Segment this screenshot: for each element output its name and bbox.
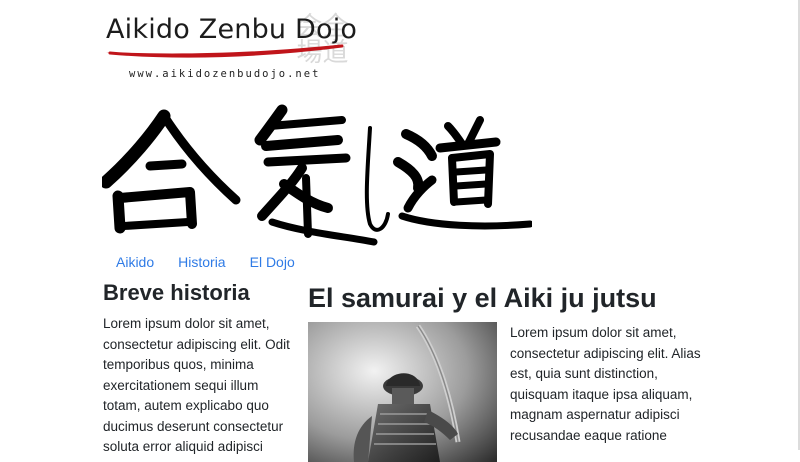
article-body: Lorem ipsum dolor sit amet, consectetur …: [510, 325, 701, 443]
sidebar-title: Breve historia: [103, 280, 250, 305]
samurai-photo: [308, 322, 497, 462]
site-logo[interactable]: 全道会場 Aikido Zenbu Dojo www.aikidozenbudo…: [102, 8, 362, 88]
nav-link-aikido[interactable]: Aikido: [104, 252, 166, 272]
article-body-section: Lorem ipsum dolor sit amet, consectetur …: [510, 323, 710, 446]
article-header: El samurai y el Aiki ju jutsu: [308, 282, 728, 314]
nav-link-el-dojo[interactable]: El Dojo: [238, 252, 307, 272]
aikido-kanji-calligraphy: [102, 104, 532, 246]
logo-url: www.aikidozenbudojo.net: [129, 68, 321, 80]
sidebar-body: Lorem ipsum dolor sit amet, consectetur …: [103, 316, 290, 454]
sidebar-history: Breve historia Lorem ipsum dolor sit ame…: [103, 279, 293, 458]
article-title: El samurai y el Aiki ju jutsu: [308, 283, 657, 313]
nav-link-historia[interactable]: Historia: [166, 252, 237, 272]
main-nav: Aikido Historia El Dojo: [104, 252, 307, 272]
logo-swoosh-icon: [106, 44, 346, 58]
